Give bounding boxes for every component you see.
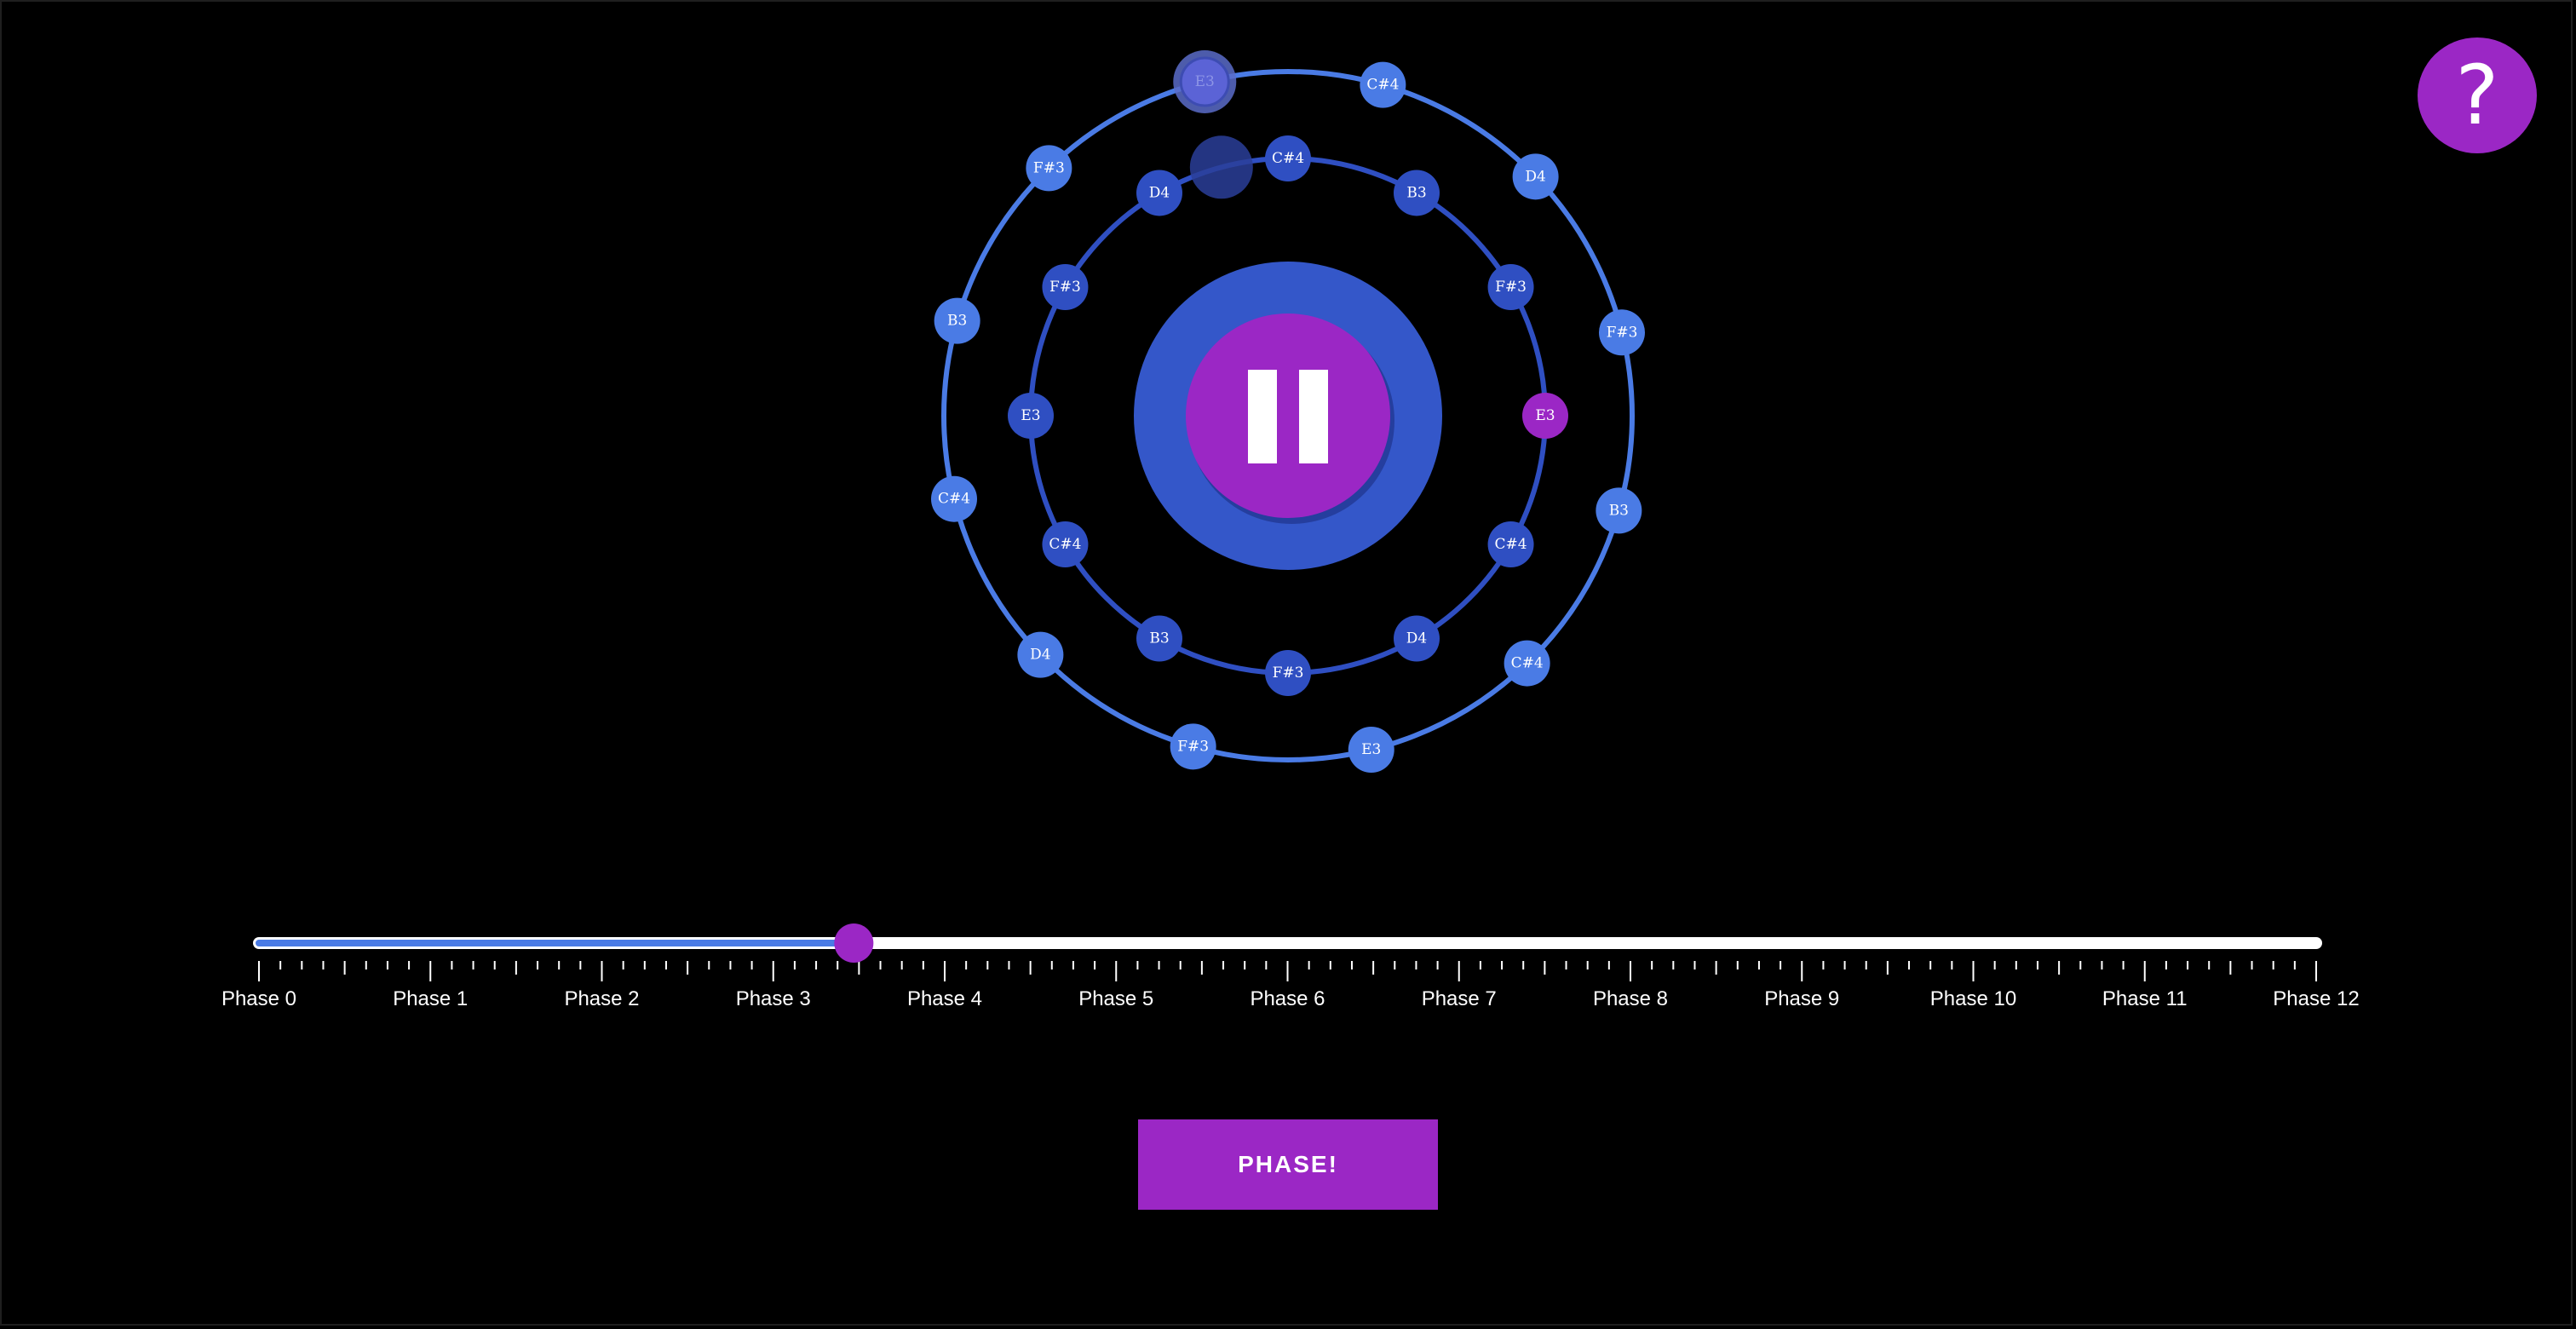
- phase-tick-label: Phase 4: [907, 987, 982, 1010]
- phase-tick-label: Phase 1: [393, 987, 468, 1010]
- phase-tick-label: Phase 6: [1250, 987, 1325, 1010]
- slider-ticks: [258, 961, 2317, 981]
- phase-tick-label: Phase 3: [736, 987, 811, 1010]
- phase-button[interactable]: PHASE!: [1138, 1119, 1438, 1210]
- phase-tick-label: Phase 5: [1078, 987, 1153, 1010]
- phase-tick-label: Phase 12: [2273, 987, 2359, 1010]
- slider-thumb[interactable]: [834, 923, 874, 963]
- phase-tick-label: Phase 8: [1593, 987, 1668, 1010]
- phase-tick-label: Phase 7: [1422, 987, 1497, 1010]
- phase-tick-label: Phase 0: [221, 987, 296, 1010]
- slider-labels: Phase 0 Phase 1 Phase 2 Phase 3 Phase 4 Phase…: [221, 987, 2360, 1010]
- phase-tick-label: Phase 2: [564, 987, 639, 1010]
- phase-tick-label: Phase 9: [1764, 987, 1839, 1010]
- phase-tick-label: Phase 11: [2102, 987, 2188, 1010]
- phase-slider[interactable]: Phase 0 Phase 1 Phase 2 Phase 3 Phase 4 Phase…: [0, 0, 2576, 1056]
- phase-tick-label: Phase 10: [1930, 987, 2016, 1010]
